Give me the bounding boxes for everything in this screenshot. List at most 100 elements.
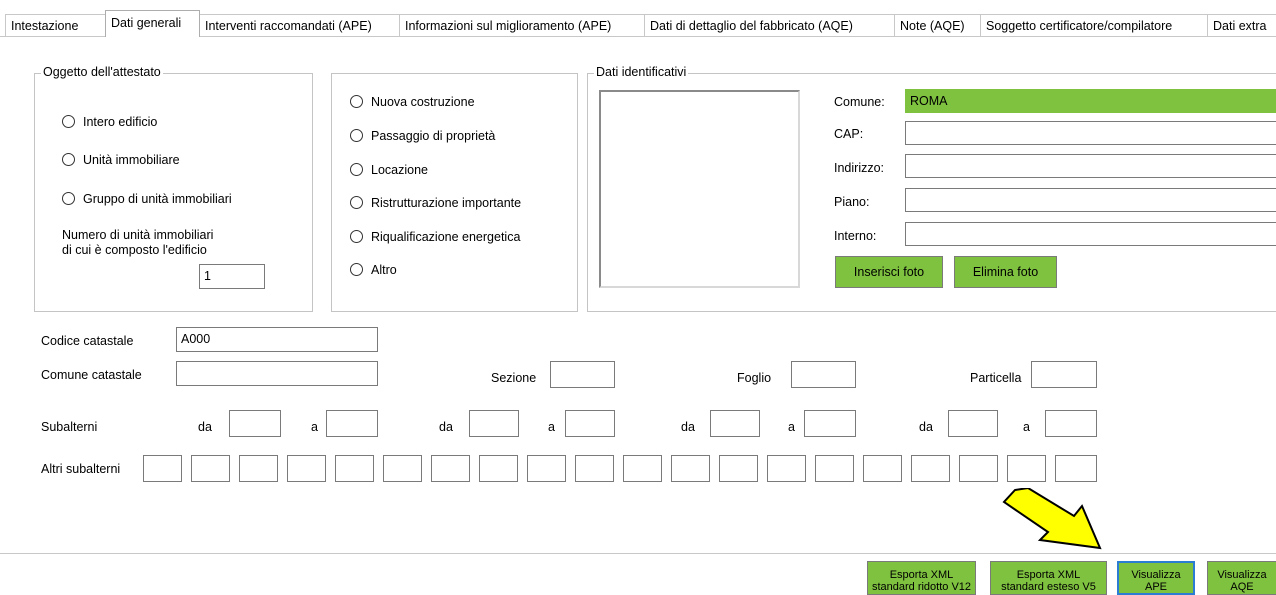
radio-circle-icon[interactable] <box>350 163 363 177</box>
subalterni-a-label: a <box>1023 420 1030 434</box>
subalterno-a-input[interactable] <box>326 410 378 437</box>
button-label-line1: Esporta XML <box>1016 569 1081 581</box>
radio-circle-icon[interactable] <box>350 129 363 143</box>
radio-circle-icon[interactable] <box>62 153 75 167</box>
radio-label: Nuova costruzione <box>371 95 475 109</box>
tab-note[interactable]: Note (AQE) <box>894 14 981 36</box>
altri-subalterni-input[interactable] <box>575 455 614 482</box>
button-label-line1: Visualizza <box>1131 569 1181 581</box>
subalterno-da-input[interactable] <box>948 410 998 437</box>
tab-intestazione[interactable]: Intestazione <box>5 14 106 36</box>
radio-riqualificazione[interactable]: Riqualificazione energetica <box>350 228 520 246</box>
altri-subalterni-input[interactable] <box>623 455 662 482</box>
radio-circle-icon[interactable] <box>350 230 363 244</box>
altri-subalterni-input[interactable] <box>1007 455 1046 482</box>
radio-gruppo-unita[interactable]: Gruppo di unità immobiliari <box>62 190 232 208</box>
subalterni-a-label: a <box>548 420 555 434</box>
radio-unita-immobiliare[interactable]: Unità immobiliare <box>62 151 180 169</box>
subalterno-da-input[interactable] <box>710 410 760 437</box>
radio-ristrutturazione[interactable]: Ristrutturazione importante <box>350 194 521 212</box>
radio-label: Unità immobiliare <box>83 153 180 167</box>
elimina-foto-label: Elimina foto <box>972 265 1039 279</box>
dati-identificativi-title: Dati identificativi <box>594 65 689 79</box>
subalterno-a-input[interactable] <box>1045 410 1097 437</box>
altri-subalterni-input[interactable] <box>431 455 470 482</box>
subalterni-a-label: a <box>788 420 795 434</box>
button-label-line1: Visualizza <box>1217 569 1267 581</box>
tab-dati-generali[interactable]: Dati generali <box>105 10 200 37</box>
esporta-xml-ridotto-button[interactable]: Esporta XML standard ridotto V12 <box>867 561 976 595</box>
altri-subalterni-input[interactable] <box>479 455 518 482</box>
tab-informazioni-miglioramento[interactable]: Informazioni sul miglioramento (APE) <box>399 14 645 36</box>
tab-dati-dettaglio-fabbricato[interactable]: Dati di dettaglio del fabbricato (AQE) <box>644 14 895 36</box>
altri-subalterni-input[interactable] <box>527 455 566 482</box>
cap-input[interactable] <box>905 121 1276 145</box>
sezione-label: Sezione <box>491 371 537 385</box>
radio-circle-icon[interactable] <box>350 263 363 277</box>
interno-label: Interno: <box>834 229 877 243</box>
tab-dati-extra[interactable]: Dati extra <box>1207 14 1276 36</box>
piano-label: Piano: <box>834 195 870 209</box>
subalterno-da-input[interactable] <box>229 410 281 437</box>
altri-subalterni-input[interactable] <box>239 455 278 482</box>
altri-subalterni-input[interactable] <box>335 455 374 482</box>
codice-catastale-input[interactable]: A000 <box>176 327 378 352</box>
codice-catastale-label: Codice catastale <box>41 334 134 348</box>
subalterno-a-input[interactable] <box>804 410 856 437</box>
arrow-icon <box>1002 488 1102 550</box>
subalterni-da-label: da <box>439 420 453 434</box>
tab-soggetto-certificatore[interactable]: Soggetto certificatore/compilatore <box>980 14 1208 36</box>
num-unita-input[interactable]: 1 <box>199 264 265 289</box>
panel-bottom-border <box>0 553 1276 554</box>
cap-label: CAP: <box>834 127 864 141</box>
piano-input[interactable] <box>905 188 1276 212</box>
comune-input[interactable]: ROMA <box>905 89 1276 113</box>
sezione-input[interactable] <box>550 361 615 388</box>
inserisci-foto-button[interactable]: Inserisci foto <box>835 256 943 288</box>
altri-subalterni-input[interactable] <box>815 455 854 482</box>
radio-circle-icon[interactable] <box>350 196 363 210</box>
radio-locazione[interactable]: Locazione <box>350 161 428 179</box>
indirizzo-input[interactable] <box>905 154 1276 178</box>
radio-circle-icon[interactable] <box>62 192 75 206</box>
radio-circle-icon[interactable] <box>62 115 75 129</box>
radio-nuova-costruzione[interactable]: Nuova costruzione <box>350 93 475 111</box>
altri-subalterni-input[interactable] <box>911 455 950 482</box>
tab-strip: Intestazione Dati generali Interventi ra… <box>0 0 1276 50</box>
elimina-foto-button[interactable]: Elimina foto <box>954 256 1057 288</box>
radio-circle-icon[interactable] <box>350 95 363 109</box>
visualizza-ape-button[interactable]: Visualizza APE <box>1117 561 1195 595</box>
radio-altro[interactable]: Altro <box>350 261 397 279</box>
subalterni-label: Subalterni <box>41 420 98 434</box>
interno-input[interactable] <box>905 222 1276 246</box>
photo-box[interactable] <box>599 90 800 288</box>
particella-input[interactable] <box>1031 361 1097 388</box>
button-label-line2: AQE <box>1230 581 1254 593</box>
num-unita-label-1: Numero di unità immobiliari <box>62 228 214 242</box>
altri-subalterni-input[interactable] <box>287 455 326 482</box>
radio-label: Riqualificazione energetica <box>371 230 521 244</box>
radio-intero-edificio[interactable]: Intero edificio <box>62 113 157 131</box>
inserisci-foto-label: Inserisci foto <box>853 265 925 279</box>
tab-interventi-raccomandati[interactable]: Interventi raccomandati (APE) <box>199 14 400 36</box>
esporta-xml-esteso-button[interactable]: Esporta XML standard esteso V5 <box>990 561 1107 595</box>
altri-subalterni-input[interactable] <box>719 455 758 482</box>
comune-catastale-input[interactable] <box>176 361 378 386</box>
subalterno-da-input[interactable] <box>469 410 519 437</box>
altri-subalterni-input[interactable] <box>1055 455 1097 482</box>
altri-subalterni-input[interactable] <box>383 455 422 482</box>
altri-subalterni-input[interactable] <box>671 455 710 482</box>
subalterno-a-input[interactable] <box>565 410 615 437</box>
altri-subalterni-input[interactable] <box>191 455 230 482</box>
altri-subalterni-input[interactable] <box>767 455 806 482</box>
radio-passaggio-proprieta[interactable]: Passaggio di proprietà <box>350 127 495 145</box>
altri-subalterni-input[interactable] <box>863 455 902 482</box>
radio-label: Passaggio di proprietà <box>371 129 496 143</box>
altri-subalterni-label: Altri subalterni <box>41 462 121 476</box>
visualizza-aqe-button[interactable]: Visualizza AQE <box>1207 561 1276 595</box>
foglio-label: Foglio <box>737 371 772 385</box>
foglio-input[interactable] <box>791 361 856 388</box>
comune-label: Comune: <box>834 95 885 109</box>
altri-subalterni-input[interactable] <box>143 455 182 482</box>
altri-subalterni-input[interactable] <box>959 455 998 482</box>
